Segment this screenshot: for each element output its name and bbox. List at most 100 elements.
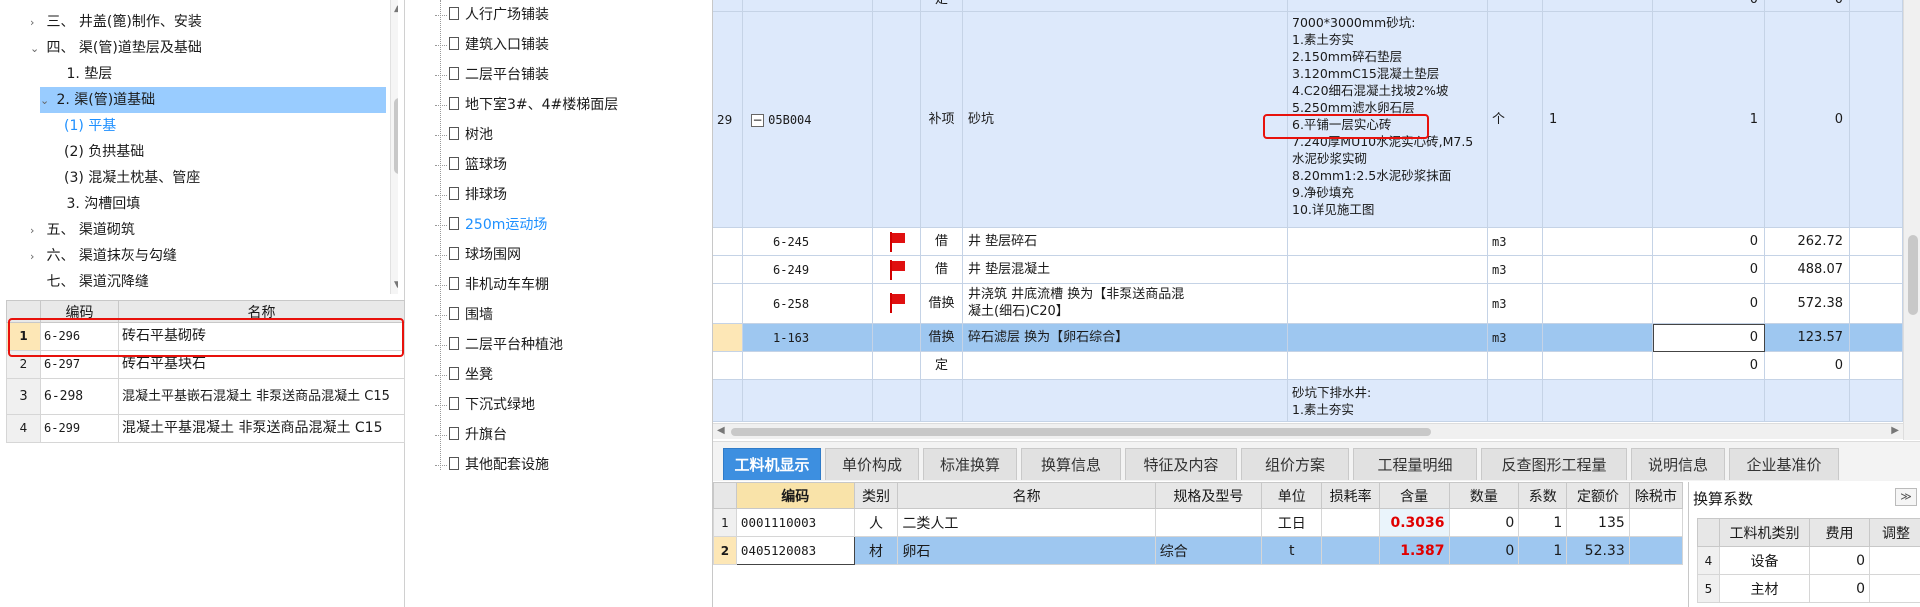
- quota-sub-row[interactable]: 6-249 借 井 垫层混凝土 m3 0 488.07: [713, 256, 1903, 284]
- bill-item-row[interactable]: 29 − 05B004 补项 砂坑 7000*3000mm砂坑: 1.素土夯实 …: [713, 12, 1903, 228]
- tab-quantity-detail[interactable]: 工程量明细: [1353, 448, 1477, 480]
- tree-node-arch-base[interactable]: (2) 负拱基础: [64, 139, 386, 165]
- section-item[interactable]: 地下室3#、4#楼梯面层: [435, 90, 618, 120]
- section-item[interactable]: 二层平台种植池: [435, 330, 563, 360]
- tab-unit-price[interactable]: 单价构成: [825, 448, 919, 480]
- tree-scrollbar[interactable]: ▲ ▼: [390, 0, 398, 294]
- scroll-thumb[interactable]: [1908, 235, 1918, 315]
- quota-sub-row[interactable]: 定 0 0: [713, 352, 1903, 380]
- tab-notes[interactable]: 说明信息: [1631, 448, 1725, 480]
- section-item[interactable]: 其他配套设施: [435, 450, 549, 480]
- section-item[interactable]: 下沉式绿地: [435, 390, 535, 420]
- section-item[interactable]: 二层平台铺装: [435, 60, 549, 90]
- tree-node-chapter-7[interactable]: 七、 渠道沉降缝: [30, 269, 386, 294]
- section-item-active[interactable]: 250m运动场: [435, 210, 547, 240]
- section-item[interactable]: 建筑入口铺装: [435, 30, 549, 60]
- document-icon: [449, 6, 459, 20]
- scroll-up-icon[interactable]: ▲: [394, 4, 398, 14]
- bill-item-row[interactable]: 砂坑下排水井: 1.素土夯实: [713, 380, 1903, 422]
- tab-reverse-lookup[interactable]: 反查图形工程量: [1481, 448, 1627, 480]
- tree-node-chapter-4[interactable]: ⌄ 四、 渠(管)道垫层及基础: [30, 35, 386, 61]
- scroll-down-icon[interactable]: ▼: [394, 280, 398, 290]
- quota-row[interactable]: 1 6-296 砖石平基砌砖: [6, 322, 405, 351]
- column-header-fee[interactable]: 费用: [1809, 518, 1870, 547]
- scroll-thumb[interactable]: [731, 428, 1431, 436]
- tree-node-trench-backfill[interactable]: 3. 沟槽回填: [50, 191, 386, 217]
- column-header-category[interactable]: 类别: [853, 482, 899, 509]
- quota-row[interactable]: 3 6-298 混凝土平基嵌石混凝土 非泵送商品混凝土 C15: [6, 378, 405, 415]
- quota-row[interactable]: 2 6-297 砖石平基块石: [6, 350, 405, 379]
- horizontal-scrollbar[interactable]: ◀ ▶: [713, 423, 1903, 439]
- tab-standard-conversion[interactable]: 标准换算: [923, 448, 1017, 480]
- resource-row[interactable]: 1 0001110003 人 二类人工 工日 0.3036 0 1 135: [713, 508, 1684, 537]
- section-item[interactable]: 人行广场铺装: [435, 0, 549, 30]
- section-item[interactable]: 排球场: [435, 180, 507, 210]
- tab-resource-display[interactable]: 工料机显示: [723, 448, 821, 480]
- tab-enterprise-price[interactable]: 企业基准价: [1729, 448, 1839, 480]
- document-icon: [449, 186, 459, 200]
- tree-node-cushion[interactable]: 1. 垫层: [50, 61, 386, 87]
- conversion-factor-panel: 换算系数 ≫ 工料机类别 费用 调整 4 设备 0 5 主材 0: [1688, 482, 1920, 607]
- section-item[interactable]: 树池: [435, 120, 493, 150]
- section-item[interactable]: 非机动车车棚: [435, 270, 549, 300]
- column-header-code[interactable]: 编码: [735, 482, 855, 509]
- factor-row[interactable]: 5 主材 0: [1697, 574, 1920, 603]
- section-item[interactable]: 升旗台: [435, 420, 507, 450]
- column-header-market-price[interactable]: 除税市: [1628, 482, 1684, 509]
- section-item[interactable]: 围墙: [435, 300, 493, 330]
- tree-node-channel-foundation[interactable]: ⌄ 2. 渠(管)道基础: [40, 87, 386, 113]
- tab-conversion-info[interactable]: 换算信息: [1021, 448, 1121, 480]
- collapse-chevron-icon[interactable]: ⌄: [30, 36, 42, 62]
- column-header-code[interactable]: 编码: [40, 300, 119, 323]
- column-header-name[interactable]: 名称: [897, 482, 1156, 509]
- section-item[interactable]: 坐凳: [435, 360, 493, 390]
- table-row[interactable]: 定 0 0: [713, 0, 1903, 12]
- expand-chevron-icon[interactable]: ›: [30, 244, 42, 270]
- factor-row[interactable]: 4 设备 0: [1697, 546, 1920, 575]
- code-edit-cell[interactable]: 0405120083: [735, 536, 855, 565]
- scroll-thumb[interactable]: [394, 98, 398, 174]
- column-header-name[interactable]: 名称: [118, 300, 405, 323]
- quota-sub-row[interactable]: 6-258 借换 井浇筑 井底流槽 换为【非泵送商品混 凝土(细石)C20】 m…: [713, 284, 1903, 324]
- collapse-toggle-icon[interactable]: −: [751, 114, 764, 127]
- document-icon: [449, 126, 459, 140]
- quota-row[interactable]: 4 6-299 混凝土平基混凝土 非泵送商品混凝土 C15: [6, 414, 405, 443]
- tree-node-flat-base[interactable]: (1) 平基: [64, 113, 386, 139]
- tree-node-chapter-5[interactable]: › 五、 渠道砌筑: [30, 217, 386, 243]
- quantity-edit-cell[interactable]: 0: [1653, 324, 1765, 352]
- bill-editor: 定 0 0 29 − 05B004 补项 砂坑 7000*3000mm砂坑: 1…: [712, 0, 1920, 607]
- detail-tab-bar: 工料机显示 单价构成 标准换算 换算信息 特征及内容 组价方案 工程量明细 反查…: [713, 441, 1920, 481]
- document-icon: [449, 366, 459, 380]
- column-header-quantity[interactable]: 数量: [1448, 482, 1520, 509]
- column-header-content[interactable]: 含量: [1378, 482, 1450, 509]
- quota-sub-row[interactable]: 6-245 借 井 垫层碎石 m3 0 262.72: [713, 228, 1903, 256]
- row-number-header: [6, 300, 41, 323]
- vertical-scrollbar[interactable]: [1903, 0, 1920, 440]
- section-item[interactable]: 球场围网: [435, 240, 521, 270]
- tab-pricing-plan[interactable]: 组价方案: [1241, 448, 1349, 480]
- document-icon: [449, 96, 459, 110]
- column-header-quota-price[interactable]: 定额价: [1566, 482, 1630, 509]
- scroll-left-icon[interactable]: ◀: [717, 425, 725, 436]
- document-icon: [449, 396, 459, 410]
- collapse-chevron-icon[interactable]: ⌄: [40, 88, 52, 114]
- feature-description-cell[interactable]: 7000*3000mm砂坑: 1.素土夯实 2.150mm碎石垫层 3.120m…: [1288, 12, 1488, 228]
- section-item[interactable]: 篮球场: [435, 150, 507, 180]
- expand-chevron-icon[interactable]: ›: [30, 218, 42, 244]
- column-header-unit[interactable]: 单位: [1261, 482, 1323, 509]
- collapse-panel-icon[interactable]: ≫: [1895, 488, 1917, 506]
- red-flag-icon: [889, 232, 905, 252]
- expand-chevron-icon[interactable]: ›: [30, 10, 42, 36]
- column-header-coefficient[interactable]: 系数: [1518, 482, 1568, 509]
- tree-node-chapter-3[interactable]: › 三、 井盖(篦)制作、安装: [30, 9, 386, 35]
- resource-row-selected[interactable]: 2 0405120083 材 卵石 综合 t 1.387 0 1 52.33: [713, 536, 1684, 565]
- column-header-loss[interactable]: 损耗率: [1321, 482, 1380, 509]
- scroll-right-icon[interactable]: ▶: [1891, 425, 1899, 436]
- tab-features[interactable]: 特征及内容: [1125, 448, 1237, 480]
- tree-node-chapter-6[interactable]: › 六、 渠道抹灰与勾缝: [30, 243, 386, 269]
- column-header-spec[interactable]: 规格及型号: [1154, 482, 1263, 509]
- column-header-resource-type[interactable]: 工料机类别: [1719, 518, 1810, 547]
- column-header-adjust[interactable]: 调整: [1869, 518, 1920, 547]
- quota-sub-row-selected[interactable]: 1-163 借换 碎石滤层 换为【卵石综合】 m3 0 123.57: [713, 324, 1903, 352]
- tree-node-pillow-base[interactable]: (3) 混凝土枕基、管座: [64, 165, 386, 191]
